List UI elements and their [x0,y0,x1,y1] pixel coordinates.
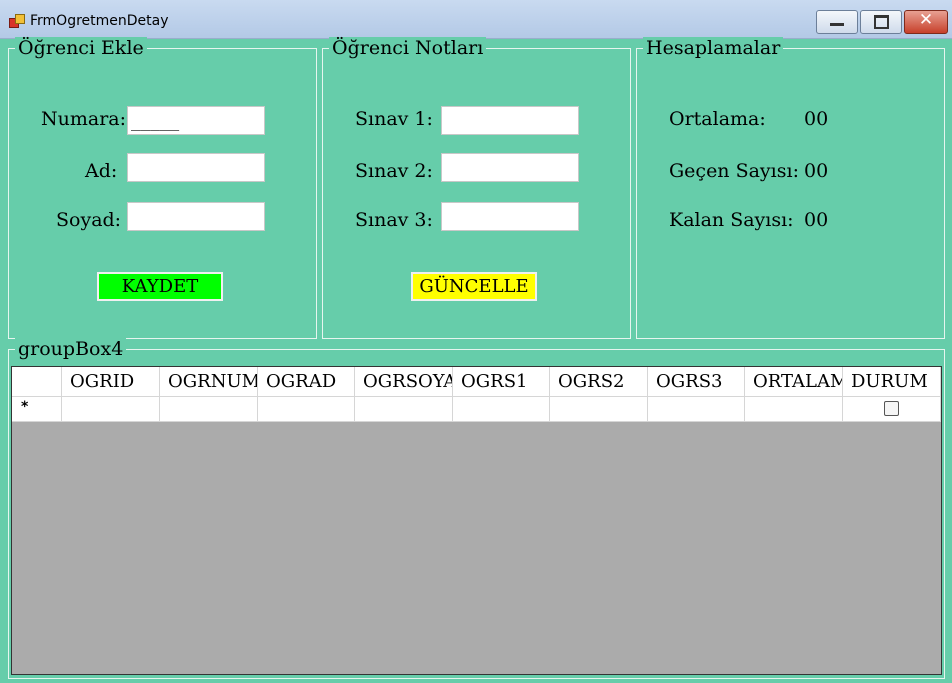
numara-label: Numara: [41,108,127,130]
guncelle-button[interactable]: GÜNCELLE [411,272,537,301]
kaydet-button[interactable]: KAYDET [97,272,223,301]
sinav1-label: Sınav 1: [355,108,433,130]
new-row-marker: * [21,399,29,415]
groupbox-title: Öğrenci Ekle [15,37,147,59]
column-header-ogrid[interactable]: OGRID [62,367,160,397]
sinav2-input[interactable] [441,153,579,182]
row-header[interactable]: * [12,397,62,422]
groupbox-ogrenci-notlari: Öğrenci Notları Sınav 1: Sınav 2: Sınav … [322,37,631,339]
cell-ogrnumara[interactable] [160,397,258,422]
sinav2-label: Sınav 2: [355,160,433,182]
grid-header-row: OGRID OGRNUMARA OGRAD OGRSOYAD OGRS1 OGR… [12,367,941,397]
column-header-ograd[interactable]: OGRAD [258,367,355,397]
durum-checkbox[interactable] [884,401,899,416]
column-header-ogrs1[interactable]: OGRS1 [453,367,550,397]
cell-durum[interactable] [843,397,941,422]
soyad-input[interactable] [127,202,265,231]
cell-ogrs1[interactable] [453,397,550,422]
maximize-icon [874,15,889,29]
app-icon [9,14,25,28]
column-header-ortalama[interactable]: ORTALAMA [745,367,843,397]
groupbox-hesaplamalar: Hesaplamalar Ortalama: 00 Geçen Sayısı: … [636,37,945,339]
cell-ortalama[interactable] [745,397,843,422]
cell-ogrid[interactable] [62,397,160,422]
ortalama-label: Ortalama: [669,108,766,130]
minimize-icon [830,23,844,26]
kalan-sayisi-label: Kalan Sayısı: [669,209,794,231]
groupbox-4: groupBox4 OGRID OGRNUMARA OGRAD OGRSOYAD… [8,338,945,679]
numara-mask: _____ [131,112,180,131]
column-header-ogrsoyad[interactable]: OGRSOYAD [355,367,453,397]
table-row[interactable]: * [12,397,941,422]
groupbox-title: Hesaplamalar [643,37,784,59]
groupbox-title: groupBox4 [15,338,127,360]
window-title: FrmOgretmenDetay [30,13,169,29]
column-header-ogrs3[interactable]: OGRS3 [648,367,745,397]
gecen-sayisi-label: Geçen Sayısı: [669,160,799,182]
cell-ogrs3[interactable] [648,397,745,422]
data-grid[interactable]: OGRID OGRNUMARA OGRAD OGRSOYAD OGRS1 OGR… [11,366,942,675]
sinav3-input[interactable] [441,202,579,231]
ortalama-value: 00 [804,108,829,130]
cell-ograd[interactable] [258,397,355,422]
sinav3-label: Sınav 3: [355,209,433,231]
cell-ogrs2[interactable] [550,397,648,422]
minimize-button[interactable] [816,10,858,34]
sinav1-input[interactable] [441,106,579,135]
maximize-button[interactable] [860,10,902,34]
column-header-ogrnumara[interactable]: OGRNUMARA [160,367,258,397]
ad-label: Ad: [85,160,118,182]
soyad-label: Soyad: [56,209,122,231]
close-button[interactable]: ✕ [904,10,948,34]
close-icon: ✕ [918,10,934,30]
column-header-durum[interactable]: DURUM [843,367,941,397]
title-bar: FrmOgretmenDetay ✕ [0,0,952,39]
ad-input[interactable] [127,153,265,182]
groupbox-ogrenci-ekle: Öğrenci Ekle Numara: _____ Ad: Soyad: KA… [8,37,317,339]
cell-ogrsoyad[interactable] [355,397,453,422]
column-header-ogrs2[interactable]: OGRS2 [550,367,648,397]
kalan-sayisi-value: 00 [804,209,829,231]
row-header-corner [12,367,62,397]
groupbox-title: Öğrenci Notları [329,37,487,59]
numara-input[interactable]: _____ [127,106,265,135]
gecen-sayisi-value: 00 [804,160,829,182]
